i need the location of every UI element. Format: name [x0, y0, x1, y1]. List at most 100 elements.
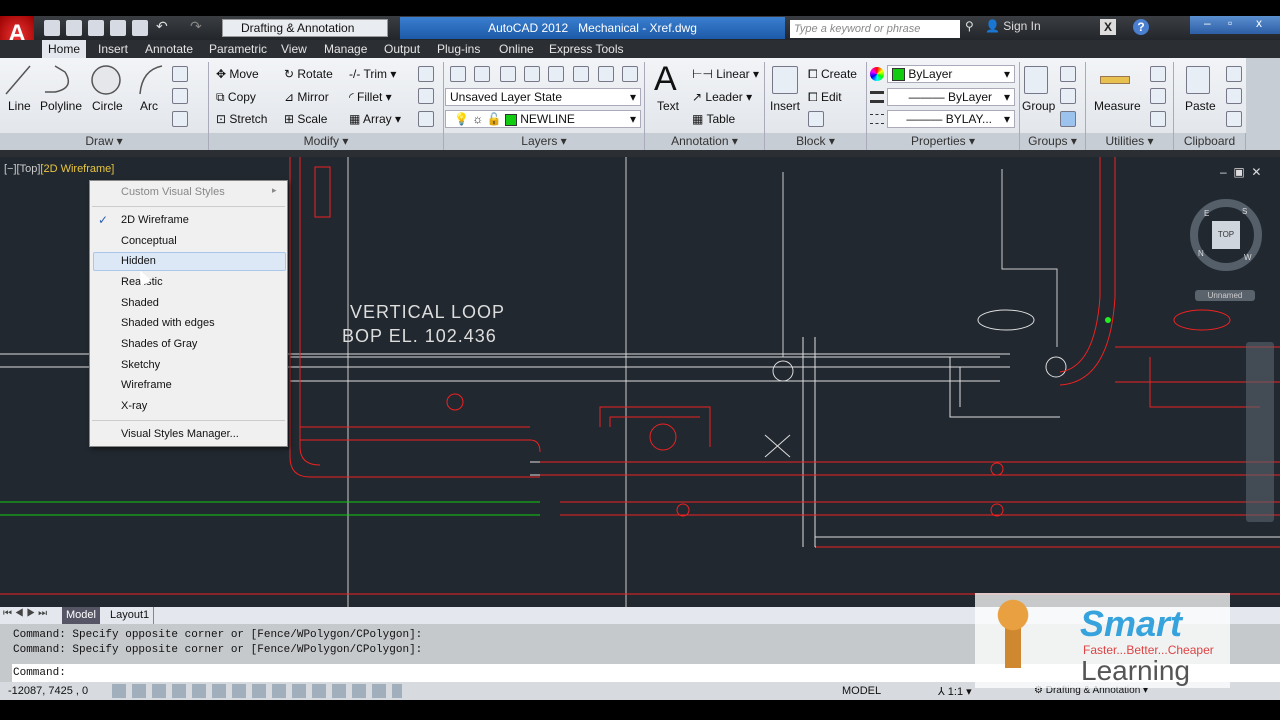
layer-icon[interactable]	[548, 66, 564, 82]
cut-icon[interactable]	[1226, 66, 1242, 82]
match-properties-icon[interactable]	[1226, 111, 1242, 127]
copy-clip-icon[interactable]	[1226, 88, 1242, 104]
annotation-panel-label[interactable]: Annotation ▾	[645, 133, 765, 150]
ellipse-icon[interactable]	[172, 88, 188, 104]
insert-block-icon[interactable]	[772, 66, 798, 94]
text-button[interactable]: Text	[657, 99, 679, 113]
copy-button[interactable]: ⧉ Copy	[216, 90, 256, 105]
layer-dropdown[interactable]: 💡 ☼ 🔓 NEWLINE ▾	[445, 110, 641, 128]
group-edit-icon[interactable]	[1060, 88, 1076, 104]
scale-button[interactable]: ⊞ Scale	[284, 112, 327, 126]
erase-icon[interactable]	[418, 66, 434, 82]
linear-button[interactable]: ⊢⊣ Linear ▾	[692, 67, 759, 81]
tab-layout1[interactable]: Layout1	[106, 607, 155, 624]
tab-parametric[interactable]: Parametric	[203, 40, 273, 58]
layer-icon[interactable]	[622, 66, 638, 82]
table-button[interactable]: ▦ Table	[692, 112, 735, 126]
menu-item-shaded[interactable]: Shaded	[121, 297, 159, 309]
binoculars-icon[interactable]: ⚲	[965, 19, 974, 33]
exchange-icon[interactable]: X	[1100, 19, 1116, 35]
open-icon[interactable]	[66, 20, 82, 36]
group-icon[interactable]	[1024, 66, 1048, 94]
rotate-button[interactable]: ↻ Rotate	[284, 67, 333, 81]
lineweight-dropdown[interactable]: ——— ByLayer ▾	[887, 88, 1015, 106]
clipboard-panel-label[interactable]: Clipboard	[1174, 133, 1246, 150]
menu-item-conceptual[interactable]: Conceptual	[121, 235, 177, 247]
layer-icon[interactable]	[573, 66, 589, 82]
tab-annotate[interactable]: Annotate	[139, 40, 199, 58]
draw-panel-label[interactable]: Draw ▾	[0, 133, 209, 150]
insert-button[interactable]: Insert	[770, 99, 800, 113]
create-block-button[interactable]: ⧠ Create	[808, 67, 857, 82]
utilities-panel-label[interactable]: Utilities ▾	[1086, 133, 1174, 150]
viewport-label[interactable]: [−][Top][2D Wireframe]	[4, 163, 114, 175]
calculator-icon[interactable]	[1150, 111, 1166, 127]
fillet-button[interactable]: ◜ Fillet ▾	[349, 90, 392, 104]
ungroup-icon[interactable]	[1060, 66, 1076, 82]
search-input[interactable]: Type a keyword or phrase	[790, 20, 960, 38]
properties-panel-label[interactable]: Properties ▾	[867, 133, 1020, 150]
tab-plug-ins[interactable]: Plug-ins	[431, 40, 486, 58]
minimize-button[interactable]: –	[1204, 16, 1211, 30]
paste-button[interactable]: Paste	[1185, 99, 1216, 113]
menu-item-2d-wireframe[interactable]: 2D Wireframe	[121, 214, 189, 226]
menu-item-visual-styles-manager[interactable]: Visual Styles Manager...	[121, 428, 239, 440]
mirror-button[interactable]: ⊿ Mirror	[284, 90, 329, 104]
clipboard-icon[interactable]	[1186, 66, 1210, 94]
tab-insert[interactable]: Insert	[92, 40, 134, 58]
maximize-button[interactable]: ▫	[1228, 16, 1232, 30]
text-icon[interactable]: A	[654, 60, 677, 99]
circle-button[interactable]: Circle	[92, 99, 123, 113]
sign-in-button[interactable]: 👤 Sign In	[985, 19, 1041, 33]
layer-icon[interactable]	[598, 66, 614, 82]
tab-model[interactable]: Model	[62, 607, 100, 624]
group-button[interactable]: Group	[1022, 99, 1055, 113]
annotation-scale[interactable]: ⅄ 1:1 ▾	[938, 685, 972, 698]
block-panel-label[interactable]: Block ▾	[765, 133, 867, 150]
line-button[interactable]: Line	[8, 99, 31, 113]
group-selection-icon[interactable]	[1060, 111, 1076, 127]
edit-block-button[interactable]: ⧠ Edit	[808, 90, 842, 105]
tab-view[interactable]: View	[275, 40, 313, 58]
array-button[interactable]: ▦ Array ▾	[349, 112, 401, 126]
layer-state-dropdown[interactable]: Unsaved Layer State ▾	[445, 88, 641, 106]
print-icon[interactable]	[132, 20, 148, 36]
model-space-button[interactable]: MODEL	[842, 685, 881, 697]
close-button[interactable]: x	[1256, 16, 1262, 30]
workspace-dropdown[interactable]: Drafting & Annotation	[222, 19, 388, 37]
offset-icon[interactable]	[418, 111, 434, 127]
layout-nav-arrows-icon[interactable]: ⏮ ◀ ▶ ⏭	[3, 608, 47, 619]
rectangle-icon[interactable]	[172, 66, 188, 82]
viewcube-top-face[interactable]: TOP	[1212, 221, 1240, 249]
save-icon[interactable]	[88, 20, 104, 36]
tab-manage[interactable]: Manage	[318, 40, 373, 58]
menu-item-hidden[interactable]: Hidden	[121, 255, 156, 267]
layer-icon[interactable]	[500, 66, 516, 82]
color-wheel-icon[interactable]	[870, 67, 884, 81]
navigation-bar[interactable]	[1246, 342, 1274, 522]
move-button[interactable]: ✥ Move	[216, 67, 259, 81]
viewport-controls[interactable]: – ▣ ✕	[1220, 165, 1261, 179]
redo-icon[interactable]: ↷	[190, 18, 202, 35]
menu-item-wireframe[interactable]: Wireframe	[121, 379, 172, 391]
new-icon[interactable]	[44, 20, 60, 36]
ucs-dropdown[interactable]: Unnamed	[1195, 290, 1255, 301]
modify-panel-label[interactable]: Modify ▾	[209, 133, 444, 150]
select-all-icon[interactable]	[1150, 88, 1166, 104]
block-attribute-icon[interactable]	[808, 111, 824, 127]
menu-item-sketchy[interactable]: Sketchy	[121, 359, 160, 371]
layer-properties-icon[interactable]	[450, 66, 466, 82]
polyline-button[interactable]: Polyline	[40, 99, 82, 113]
save-as-icon[interactable]	[110, 20, 126, 36]
leader-button[interactable]: ↗ Leader ▾	[692, 90, 752, 104]
color-dropdown[interactable]: ByLayer ▾	[887, 65, 1015, 83]
viewcube-compass[interactable]: TOP N S W E	[1190, 199, 1262, 271]
menu-item-shaded-with-edges[interactable]: Shaded with edges	[121, 317, 215, 329]
trim-button[interactable]: -/- Trim ▾	[349, 67, 396, 81]
groups-panel-label[interactable]: Groups ▾	[1020, 133, 1086, 150]
tab-online[interactable]: Online	[493, 40, 540, 58]
help-icon[interactable]: ?	[1133, 19, 1149, 35]
linetype-dropdown[interactable]: ——— BYLAY... ▾	[887, 110, 1015, 128]
layers-panel-label[interactable]: Layers ▾	[444, 133, 645, 150]
menu-item-x-ray[interactable]: X-ray	[121, 400, 147, 412]
